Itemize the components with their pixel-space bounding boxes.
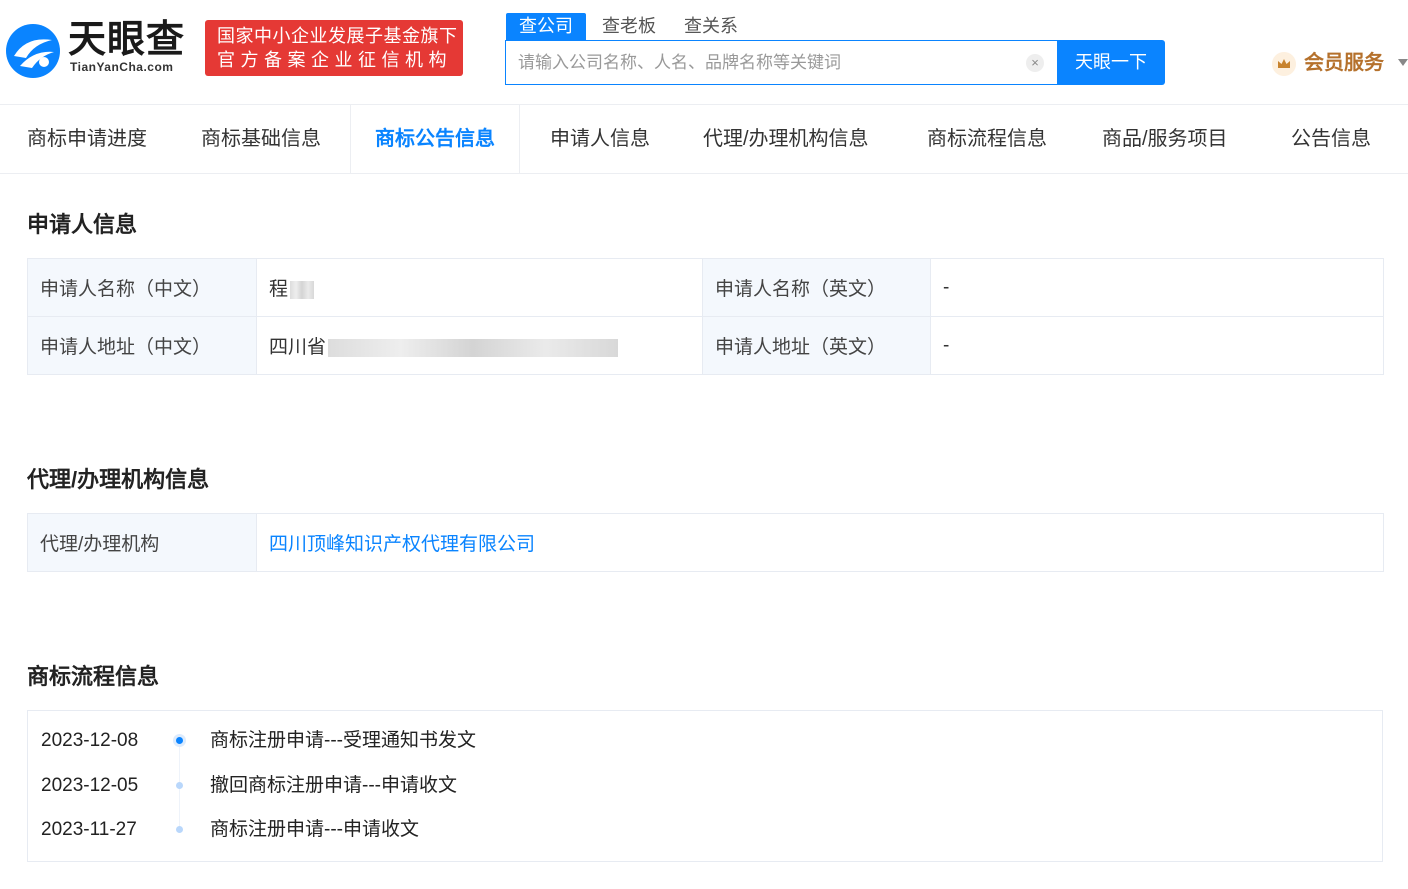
process-section-title: 商标流程信息 [27,664,160,689]
tab-application-progress[interactable]: 商标申请进度 [27,105,147,173]
table-row: 申请人名称（中文） 程 申请人名称（英文） - [27,258,1384,317]
applicant-name-cn-label: 申请人名称（中文） [27,258,257,317]
crown-icon [1272,52,1296,76]
redacted-block [328,338,619,357]
agency-label: 代理/办理机构 [27,513,257,572]
search-button[interactable]: 天眼一下 [1057,40,1165,85]
tab-basic-info[interactable]: 商标基础信息 [201,105,321,173]
applicant-name-en-value: - [930,258,1384,317]
timeline-dot [176,826,183,833]
agency-cell: 四川顶峰知识产权代理有限公司 [256,513,1384,572]
badge-line-2: 官方备案企业征信机构 [217,50,452,70]
timeline-item: 2023-12-08 商标注册申请---受理通知书发文 [28,726,1382,756]
redacted-block [290,280,315,299]
badge-line-1: 国家中小企业发展子基金旗下 [217,26,458,46]
agency-link[interactable]: 四川顶峰知识产权代理有限公司 [269,534,535,555]
applicant-address-en-value: - [930,316,1384,375]
timeline-dot [176,782,183,789]
search-tab-boss[interactable]: 查老板 [602,13,656,40]
table-row: 代理/办理机构 四川顶峰知识产权代理有限公司 [27,513,1384,572]
timeline-date: 2023-12-08 [41,730,139,751]
applicant-address-cn-cell: 四川省 [256,316,703,375]
timeline-dot [176,737,183,744]
timeline-text: 撤回商标注册申请---申请收文 [210,775,457,796]
tab-applicant-info[interactable]: 申请人信息 [550,105,650,173]
search-input[interactable] [518,49,1018,77]
detail-tab-bar: 商标申请进度 商标基础信息 商标公告信息 申请人信息 代理/办理机构信息 商标流… [0,104,1408,174]
applicant-address-en-label: 申请人地址（英文） [702,316,931,375]
applicant-section-title: 申请人信息 [27,212,138,237]
search-tab-company[interactable]: 查公司 [506,13,586,40]
timeline-text: 商标注册申请---受理通知书发文 [210,730,476,751]
tianyancha-logo-icon [6,24,60,78]
clear-icon[interactable]: × [1026,54,1044,72]
tab-goods-services[interactable]: 商品/服务项目 [1102,105,1228,173]
logo-text: 天眼查 [68,19,186,61]
timeline-text: 商标注册申请---申请收文 [210,819,419,840]
official-badge: 国家中小企业发展子基金旗下 官方备案企业征信机构 [205,20,463,76]
tab-agency-info[interactable]: 代理/办理机构信息 [703,105,869,173]
tab-announcement-info[interactable]: 商标公告信息 [350,105,520,173]
agency-table: 代理/办理机构 四川顶峰知识产权代理有限公司 [27,513,1384,572]
member-service-label: 会员服务 [1304,52,1384,74]
applicant-address-cn-label: 申请人地址（中文） [27,316,257,375]
site-header: 天眼查 TianYanCha.com 国家中小企业发展子基金旗下 官方备案企业征… [0,0,1408,104]
timeline-date: 2023-11-27 [41,819,137,840]
chevron-down-icon [1398,59,1408,66]
applicant-name-cn-value: 程 [269,279,289,300]
search-box: × [505,40,1058,85]
applicant-address-cn-value: 四川省 [269,337,327,358]
site-logo[interactable]: 天眼查 TianYanCha.com [2,18,192,80]
table-row: 申请人地址（中文） 四川省 申请人地址（英文） - [27,316,1384,375]
applicant-name-cn-cell: 程 [256,258,703,317]
timeline-item: 2023-11-27 商标注册申请---申请收文 [28,815,1382,845]
timeline-item: 2023-12-05 撤回商标注册申请---申请收文 [28,771,1382,801]
process-timeline: 2023-12-08 商标注册申请---受理通知书发文 2023-12-05 撤… [27,710,1383,862]
applicant-table: 申请人名称（中文） 程 申请人名称（英文） - 申请人地址（中文） 四川省 申请… [27,258,1384,375]
agency-section-title: 代理/办理机构信息 [27,467,210,492]
tab-process-info[interactable]: 商标流程信息 [927,105,1047,173]
search-tab-relation[interactable]: 查关系 [684,13,738,40]
applicant-name-en-label: 申请人名称（英文） [702,258,931,317]
logo-subtext: TianYanCha.com [70,60,174,74]
tab-announcements[interactable]: 公告信息 [1291,105,1371,173]
timeline-date: 2023-12-05 [41,775,139,796]
